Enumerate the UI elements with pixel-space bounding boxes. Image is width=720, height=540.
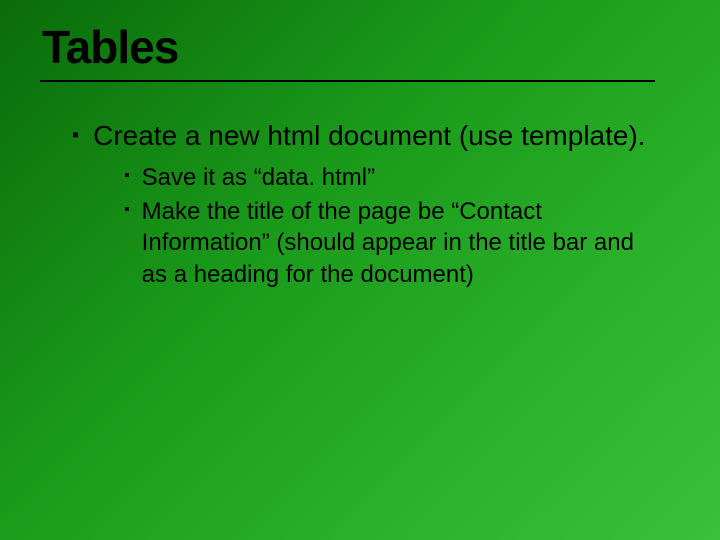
title-underline <box>40 80 655 82</box>
level2-container: ▪ Save it as “data. html” ▪ Make the tit… <box>72 162 680 291</box>
bullet-level2-text: Save it as “data. html” <box>142 162 375 194</box>
bullet-level1: ▪ Create a new html document (use templa… <box>72 118 680 154</box>
slide-title: Tables <box>40 20 680 74</box>
content-area: ▪ Create a new html document (use templa… <box>40 118 680 291</box>
bullet-level2: ▪ Save it as “data. html” <box>124 162 680 194</box>
title-block: Tables <box>40 20 680 82</box>
slide-container: Tables ▪ Create a new html document (use… <box>0 0 720 540</box>
square-bullet-icon: ▪ <box>72 125 79 145</box>
bullet-level2: ▪ Make the title of the page be “Contact… <box>124 196 680 291</box>
bullet-level1-text: Create a new html document (use template… <box>93 118 645 154</box>
bullet-level2-text: Make the title of the page be “Contact I… <box>142 196 642 291</box>
square-bullet-icon: ▪ <box>124 202 130 218</box>
square-bullet-icon: ▪ <box>124 168 130 184</box>
